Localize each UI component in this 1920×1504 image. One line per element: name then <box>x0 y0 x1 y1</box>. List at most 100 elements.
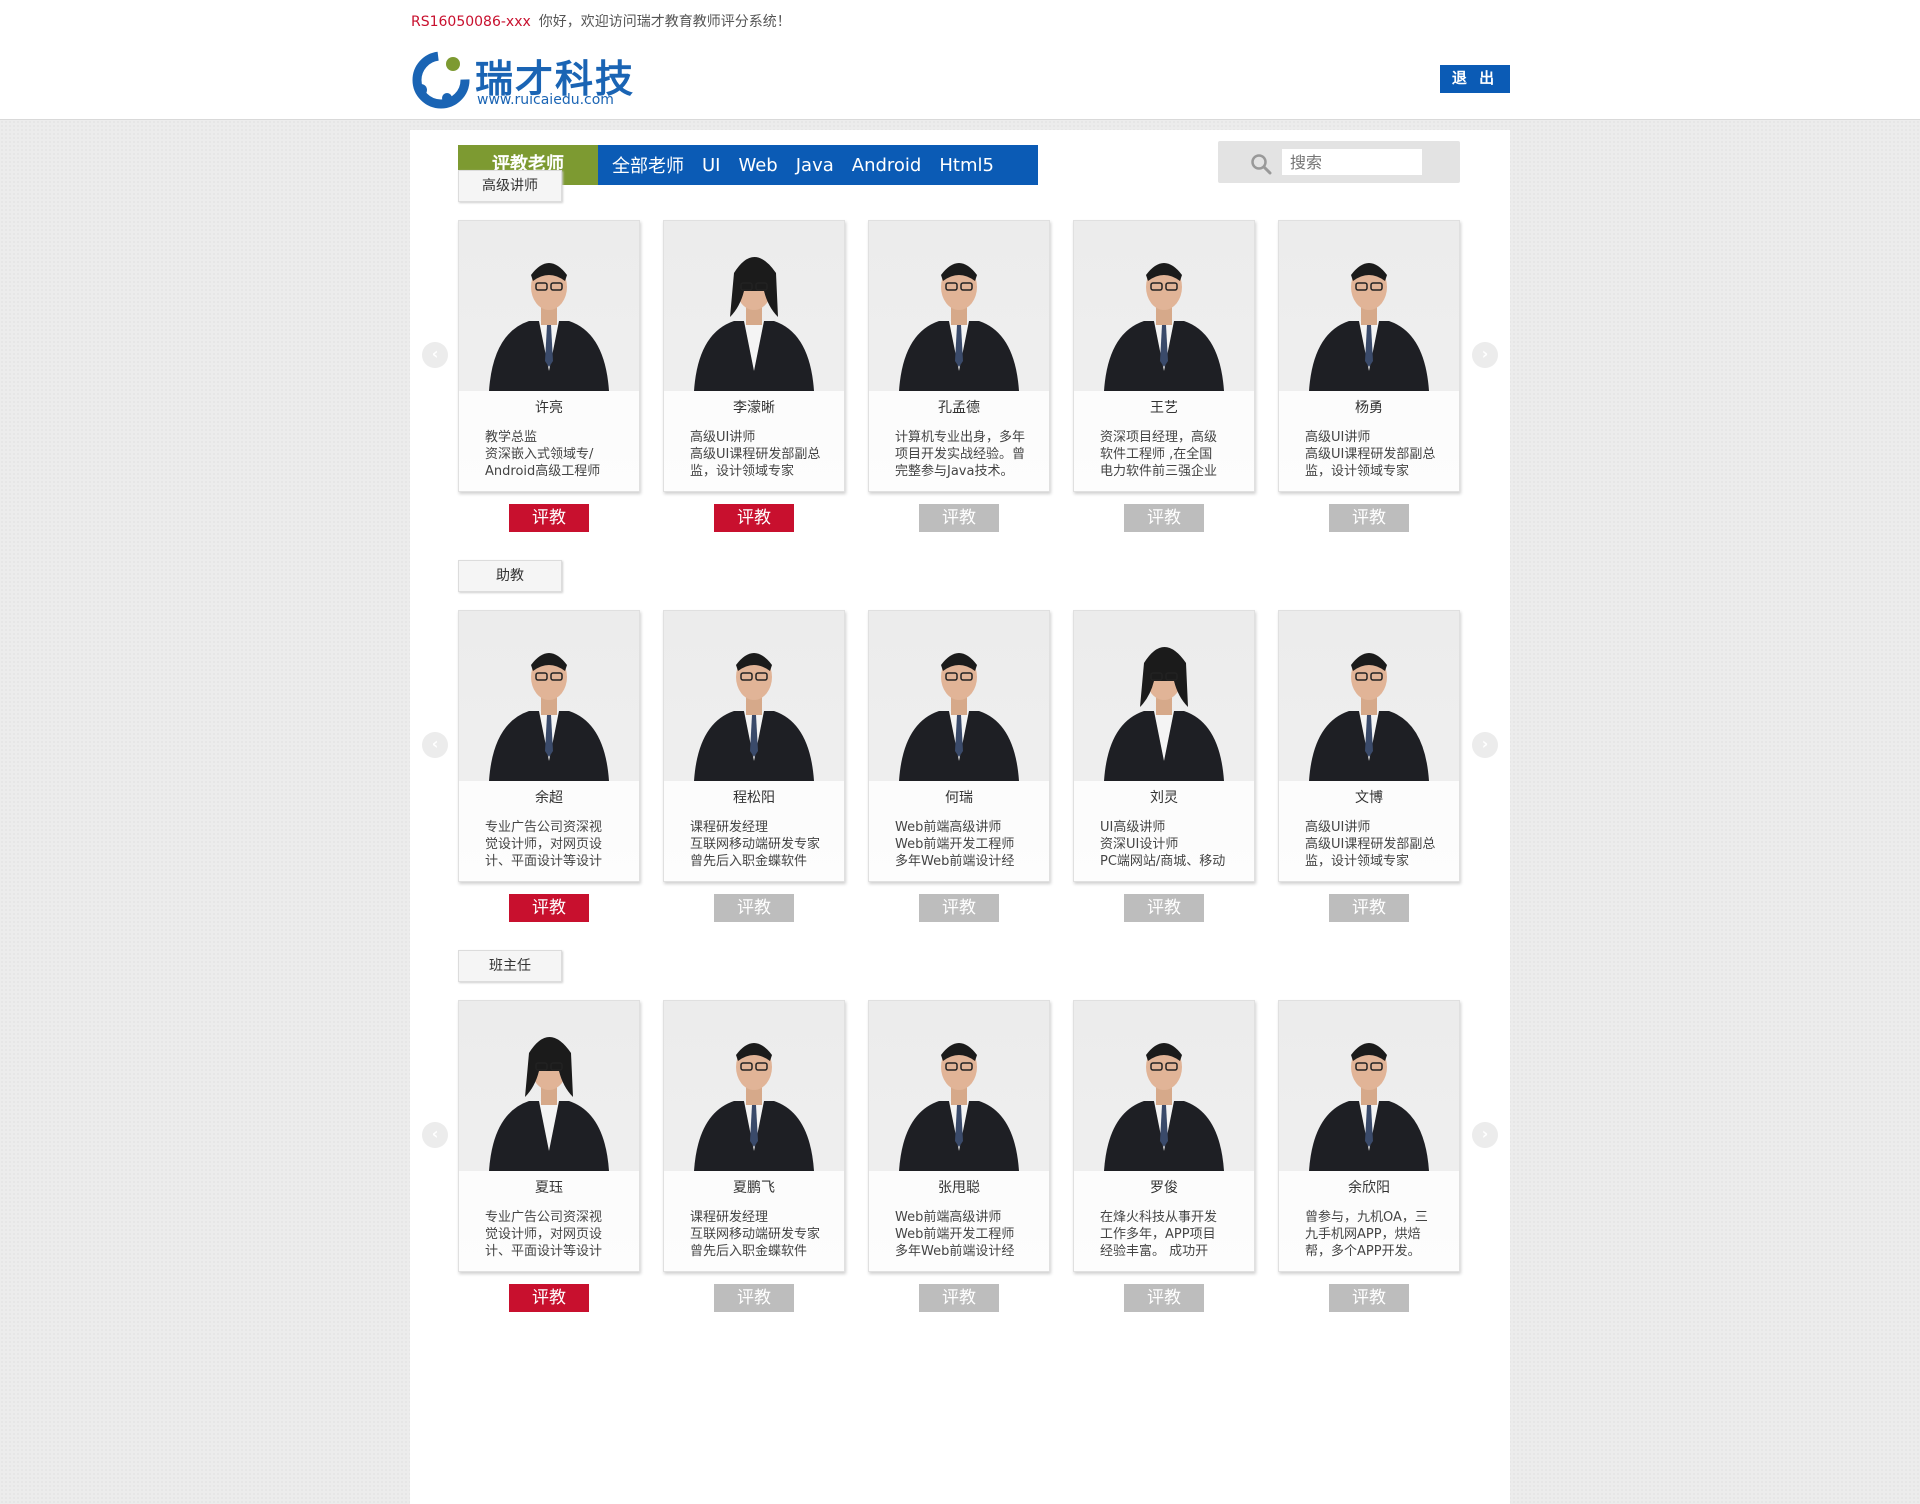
teacher-card[interactable]: 刘灵 UI高级讲师 资深UI设计师 PC端网站/商城、移动 <box>1073 610 1255 882</box>
search-box <box>1218 141 1460 183</box>
main-panel: 评教老师 全部老师 UI Web Java Android Html5 高级讲师… <box>410 130 1510 1504</box>
tab-ui[interactable]: UI <box>702 155 720 176</box>
rate-teacher-button[interactable]: 评教 <box>919 1284 999 1312</box>
teacher-info: 罗俊在烽火科技从事开发 工作多年，APP项目 经验丰富。 成功开 <box>1074 1171 1254 1271</box>
tab-all-teachers[interactable]: 全部老师 <box>612 152 684 178</box>
teacher-card[interactable]: 李濛晰 高级UI讲师 高级UI课程研发部副总 监，设计领域专家 <box>663 220 845 492</box>
teacher-info: 何瑞 Web前端高级讲师 Web前端开发工程师 多年Web前端设计经 <box>869 781 1049 881</box>
teacher-name: 李濛晰 <box>733 400 775 416</box>
welcome-text: 你好，欢迎访问瑞才教育教师评分系统！ <box>538 14 791 30</box>
teacher-description: 课程研发经理 互联网移动端研发专家 曾先后入职金蝶软件 <box>690 1210 821 1259</box>
teacher-card[interactable]: 余超 专业广告公司资深视 觉设计师，对网页设 计、平面设计等设计 <box>458 610 640 882</box>
teacher-info: 王艺 资深项目经理，高级 软件工程师 ,在全国 电力软件前三强企业 <box>1074 391 1254 491</box>
teacher-info: 余超 专业广告公司资深视 觉设计师，对网页设 计、平面设计等设计 <box>459 781 639 881</box>
teacher-name: 程松阳 <box>733 790 775 806</box>
rate-teacher-button[interactable]: 评教 <box>1329 504 1409 532</box>
teacher-info: 许亮 教学总监 资深嵌入式领域专/ Android高级工程师 <box>459 391 639 491</box>
teacher-name: 文博 <box>1355 790 1383 806</box>
rate-teacher-button[interactable]: 评教 <box>919 894 999 922</box>
portrait-figure <box>489 653 609 781</box>
search-icon[interactable] <box>1250 153 1272 175</box>
portrait-figure <box>1104 1043 1224 1171</box>
teacher-name: 孔孟德 <box>938 400 980 416</box>
carousel-prev-icon[interactable]: ‹ <box>422 342 448 368</box>
teacher-name: 张甩聪 <box>938 1180 980 1196</box>
rate-teacher-button[interactable]: 评教 <box>714 504 794 532</box>
teacher-description: 资深项目经理，高级 软件工程师 ,在全国 电力软件前三强企业 <box>1100 430 1218 479</box>
teacher-name: 何瑞 <box>945 790 973 806</box>
portrait-figure <box>1309 653 1429 781</box>
tab-web[interactable]: Web <box>738 155 777 176</box>
logout-button[interactable]: 退 出 <box>1440 65 1510 93</box>
top-header: RS16050086-xxx 你好，欢迎访问瑞才教育教师评分系统！ 瑞才科技 ww… <box>0 0 1920 120</box>
rate-teacher-button[interactable]: 评教 <box>1124 894 1204 922</box>
teacher-description: Web前端高级讲师 Web前端开发工程师 多年Web前端设计经 <box>895 1210 1015 1259</box>
teacher-card[interactable]: 王艺 资深项目经理，高级 软件工程师 ,在全国 电力软件前三强企业 <box>1073 220 1255 492</box>
teacher-name: 刘灵 <box>1150 790 1178 806</box>
teacher-info: 余欣阳曾参与，九机OA，三 九手机网APP，烘焙 帮，多个APP开发。 <box>1279 1171 1459 1271</box>
teacher-name: 夏珏 <box>535 1180 563 1196</box>
teacher-card[interactable]: 文博高级UI讲师 高级UI课程研发部副总 监，设计领域专家 <box>1278 610 1460 882</box>
carousel-prev-icon[interactable]: ‹ <box>422 732 448 758</box>
teacher-card[interactable]: 张甩聪 Web前端高级讲师 Web前端开发工程师 多年Web前端设计经 <box>868 1000 1050 1272</box>
portrait-figure <box>899 263 1019 391</box>
teacher-card[interactable]: 何瑞 Web前端高级讲师 Web前端开发工程师 多年Web前端设计经 <box>868 610 1050 882</box>
teacher-info: 孔孟德计算机专业出身，多年 项目开发实战经验。曾 完整参与Java技术。 <box>869 391 1049 491</box>
teacher-name: 许亮 <box>535 400 563 416</box>
portrait-figure <box>694 653 814 781</box>
teacher-description: 高级UI讲师 高级UI课程研发部副总 监，设计领域专家 <box>1305 430 1436 479</box>
rate-teacher-button[interactable]: 评教 <box>1124 504 1204 532</box>
teacher-name: 余欣阳 <box>1348 1180 1390 1196</box>
rate-teacher-button[interactable]: 评教 <box>1329 894 1409 922</box>
teacher-card[interactable]: 夏鹏飞课程研发经理 互联网移动端研发专家 曾先后入职金蝶软件 <box>663 1000 845 1272</box>
teacher-name: 夏鹏飞 <box>733 1180 775 1196</box>
portrait-figure <box>1309 1043 1429 1171</box>
rate-teacher-button[interactable]: 评教 <box>919 504 999 532</box>
rate-teacher-button[interactable]: 评教 <box>714 894 794 922</box>
carousel-next-icon[interactable]: › <box>1472 732 1498 758</box>
logo-url: www.ruicaiedu.com <box>477 92 614 108</box>
tab-java[interactable]: Java <box>796 155 834 176</box>
teacher-info: 程松阳 课程研发经理 互联网移动端研发专家 曾先后入职金蝶软件 <box>664 781 844 881</box>
teacher-description: 在烽火科技从事开发 工作多年，APP项目 经验丰富。 成功开 <box>1100 1210 1218 1259</box>
tab-html5[interactable]: Html5 <box>939 155 994 176</box>
portrait-figure <box>489 1037 609 1171</box>
teacher-description: 计算机专业出身，多年 项目开发实战经验。曾 完整参与Java技术。 <box>895 430 1026 479</box>
rate-teacher-button[interactable]: 评教 <box>509 1284 589 1312</box>
teacher-card[interactable]: 余欣阳曾参与，九机OA，三 九手机网APP，烘焙 帮，多个APP开发。 <box>1278 1000 1460 1272</box>
teacher-info: 夏鹏飞课程研发经理 互联网移动端研发专家 曾先后入职金蝶软件 <box>664 1171 844 1271</box>
portrait-figure <box>1309 263 1429 391</box>
teacher-card[interactable]: 孔孟德计算机专业出身，多年 项目开发实战经验。曾 完整参与Java技术。 <box>868 220 1050 492</box>
portrait-figure <box>694 257 814 391</box>
teacher-card[interactable]: 罗俊在烽火科技从事开发 工作多年，APP项目 经验丰富。 成功开 <box>1073 1000 1255 1272</box>
rate-teacher-button[interactable]: 评教 <box>1124 1284 1204 1312</box>
rate-teacher-button[interactable]: 评教 <box>509 894 589 922</box>
portrait-figure <box>694 1043 814 1171</box>
teacher-info: 张甩聪 Web前端高级讲师 Web前端开发工程师 多年Web前端设计经 <box>869 1171 1049 1271</box>
logo[interactable]: 瑞才科技 www.ruicaiedu.com <box>411 50 641 110</box>
teacher-card[interactable]: 夏珏 专业广告公司资深视 觉设计师，对网页设 计、平面设计等设计 <box>458 1000 640 1272</box>
logo-icon <box>412 51 470 109</box>
section-label-senior-lecturers: 高级讲师 <box>458 170 562 202</box>
teacher-description: 曾参与，九机OA，三 九手机网APP，烘焙 帮，多个APP开发。 <box>1305 1210 1428 1259</box>
search-input[interactable] <box>1282 149 1422 175</box>
rate-teacher-button[interactable]: 评教 <box>714 1284 794 1312</box>
teacher-card[interactable]: 程松阳 课程研发经理 互联网移动端研发专家 曾先后入职金蝶软件 <box>663 610 845 882</box>
carousel-next-icon[interactable]: › <box>1472 342 1498 368</box>
rate-teacher-button[interactable]: 评教 <box>1329 1284 1409 1312</box>
carousel-next-icon[interactable]: › <box>1472 1122 1498 1148</box>
teacher-description: 专业广告公司资深视 觉设计师，对网页设 计、平面设计等设计 <box>485 820 603 869</box>
teacher-description: Web前端高级讲师 Web前端开发工程师 多年Web前端设计经 <box>895 820 1015 869</box>
teacher-description: 高级UI讲师 高级UI课程研发部副总 监，设计领域专家 <box>1305 820 1436 869</box>
carousel-prev-icon[interactable]: ‹ <box>422 1122 448 1148</box>
teacher-name: 罗俊 <box>1150 1180 1178 1196</box>
teacher-info: 夏珏 专业广告公司资深视 觉设计师，对网页设 计、平面设计等设计 <box>459 1171 639 1271</box>
portrait-figure <box>1104 263 1224 391</box>
teacher-card[interactable]: 许亮 教学总监 资深嵌入式领域专/ Android高级工程师 <box>458 220 640 492</box>
portrait-figure <box>489 263 609 391</box>
tab-android[interactable]: Android <box>852 155 922 176</box>
rate-teacher-button[interactable]: 评教 <box>509 504 589 532</box>
teacher-card[interactable]: 杨勇 高级UI讲师 高级UI课程研发部副总 监，设计领域专家 <box>1278 220 1460 492</box>
teacher-description: UI高级讲师 资深UI设计师 PC端网站/商城、移动 <box>1100 820 1226 869</box>
section-label-teaching-assistants: 助教 <box>458 560 562 592</box>
